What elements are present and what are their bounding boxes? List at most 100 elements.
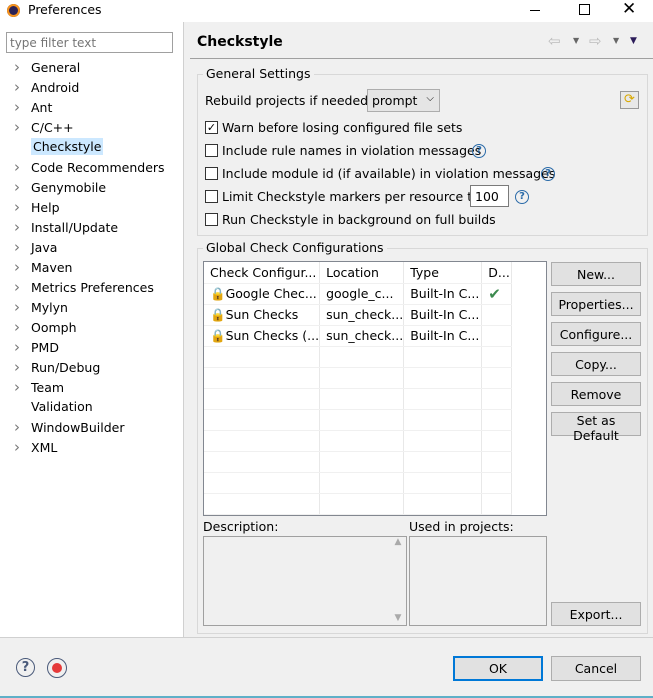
general-settings-title: General Settings (203, 66, 314, 81)
back-icon[interactable]: ⇦ (548, 32, 561, 50)
refresh-icon[interactable]: ⟳ (620, 91, 639, 109)
chevron-right-icon[interactable]: › (14, 177, 31, 197)
column-header[interactable]: D... (481, 262, 512, 284)
tree-item[interactable]: › Ant (14, 97, 52, 117)
tree-item[interactable]: › Mylyn (14, 297, 68, 317)
tree-item[interactable]: › XML (14, 437, 57, 457)
description-text[interactable]: ▲ ▼ (203, 536, 407, 626)
scrollbar[interactable]: ▲ ▼ (390, 537, 406, 625)
checkbox[interactable] (205, 167, 218, 180)
tree-item[interactable]: › C/C++ (14, 117, 74, 137)
table-row[interactable] (204, 472, 512, 494)
title-divider (190, 58, 653, 59)
table-row[interactable] (204, 367, 512, 389)
close-icon[interactable]: ✕ (622, 0, 636, 19)
chevron-right-icon[interactable]: › (14, 277, 31, 297)
chevron-right-icon[interactable]: › (14, 297, 31, 317)
tree-item[interactable]: › Run/Debug (14, 357, 100, 377)
chevron-right-icon[interactable]: › (14, 257, 31, 277)
help-icon[interactable]: ? (16, 658, 35, 677)
checkbox[interactable] (205, 144, 218, 157)
column-header[interactable]: Type (403, 262, 483, 284)
forward-icon[interactable]: ⇨ (589, 32, 602, 50)
used-in-projects-list[interactable] (409, 536, 547, 626)
cancel-button[interactable]: Cancel (551, 656, 641, 681)
help-icon[interactable]: ? (472, 144, 486, 158)
chevron-right-icon[interactable]: › (14, 417, 31, 437)
table-row[interactable] (204, 430, 512, 452)
tree-item-label: Run/Debug (31, 360, 101, 375)
remove-button[interactable]: Remove (551, 382, 641, 406)
table-row[interactable] (204, 451, 512, 473)
copy-button[interactable]: Copy... (551, 352, 641, 376)
tree-item[interactable]: › PMD (14, 337, 59, 357)
tree-item[interactable]: Checkstyle (14, 137, 104, 157)
tree-item[interactable]: › WindowBuilder (14, 417, 125, 437)
chevron-right-icon[interactable]: › (14, 437, 31, 457)
minimize-icon[interactable] (530, 10, 540, 11)
tree-item[interactable]: › Code Recommenders (14, 157, 165, 177)
default-cell (481, 304, 512, 326)
tree-item[interactable]: › Metrics Preferences (14, 277, 154, 297)
rebuild-select[interactable]: prompt ⌵ (367, 89, 440, 112)
table-row[interactable] (204, 493, 512, 515)
help-icon[interactable]: ? (541, 167, 555, 181)
tree-item[interactable]: Validation (14, 397, 93, 417)
table-row[interactable] (204, 346, 512, 368)
lock-icon: 🔒 (210, 306, 226, 322)
chevron-right-icon[interactable]: › (14, 237, 31, 257)
chevron-right-icon[interactable]: › (14, 77, 31, 97)
table-row[interactable] (204, 409, 512, 431)
chevron-right-icon[interactable]: › (14, 357, 31, 377)
tree-item[interactable]: › General (14, 57, 80, 77)
chevron-right-icon[interactable]: › (14, 337, 31, 357)
tree-item-label: Java (31, 240, 58, 255)
back-menu-icon[interactable]: ▼ (573, 36, 579, 45)
help-icon[interactable]: ? (515, 190, 529, 204)
column-header[interactable]: Location (319, 262, 405, 284)
table-row[interactable]: 🔒Sun Checks (... sun_check... Built-In C… (204, 325, 512, 347)
tree-item[interactable]: › Team (14, 377, 64, 397)
checkbox[interactable] (205, 213, 218, 226)
maximize-icon[interactable] (579, 4, 590, 15)
chevron-right-icon[interactable]: › (14, 317, 31, 337)
chevron-right-icon[interactable]: › (14, 377, 31, 397)
checkbox[interactable]: ✓ (205, 121, 218, 134)
location-cell: google_c... (319, 283, 405, 305)
page-title: Checkstyle (197, 34, 283, 50)
option-label: Include rule names in violation messages (222, 143, 482, 158)
tree-item[interactable]: › Install/Update (14, 217, 118, 237)
filter-input[interactable] (6, 32, 173, 53)
forward-menu-icon[interactable]: ▼ (613, 36, 619, 45)
chevron-right-icon[interactable]: › (14, 157, 31, 177)
record-icon[interactable] (47, 658, 67, 678)
title-bar: Preferences ✕ (0, 0, 653, 22)
export-button[interactable]: Export... (551, 602, 641, 626)
chevron-right-icon[interactable]: › (14, 57, 31, 77)
location-cell: sun_check... (319, 325, 405, 347)
column-header[interactable]: Check Configur... (204, 262, 321, 284)
tree-item[interactable]: › Maven (14, 257, 72, 277)
checkbox[interactable] (205, 190, 218, 203)
set-as-default-button[interactable]: Set as Default (551, 412, 641, 443)
chevron-right-icon[interactable]: › (14, 197, 31, 217)
chevron-right-icon[interactable]: › (14, 97, 31, 117)
tree-item[interactable]: › Oomph (14, 317, 77, 337)
properties-button[interactable]: Properties... (551, 292, 641, 316)
tree-item-label: Genymobile (31, 180, 107, 195)
chevron-right-icon[interactable]: › (14, 217, 31, 237)
tree-item[interactable]: › Java (14, 237, 57, 257)
new-button[interactable]: New... (551, 262, 641, 286)
marker-limit-input[interactable] (470, 185, 509, 207)
view-menu-icon[interactable]: ▼ (630, 36, 637, 46)
table-row[interactable]: 🔒Sun Checks sun_check... Built-In C... (204, 304, 512, 326)
table-header: Check Configur... Location Type D... (204, 262, 512, 284)
table-row[interactable] (204, 388, 512, 410)
table-row[interactable]: 🔒Google Chec... google_c... Built-In C..… (204, 283, 512, 305)
configure-button[interactable]: Configure... (551, 322, 641, 346)
ok-button[interactable]: OK (453, 656, 543, 681)
tree-item[interactable]: › Genymobile (14, 177, 106, 197)
tree-item[interactable]: › Android (14, 77, 79, 97)
chevron-right-icon[interactable]: › (14, 117, 31, 137)
tree-item[interactable]: › Help (14, 197, 60, 217)
